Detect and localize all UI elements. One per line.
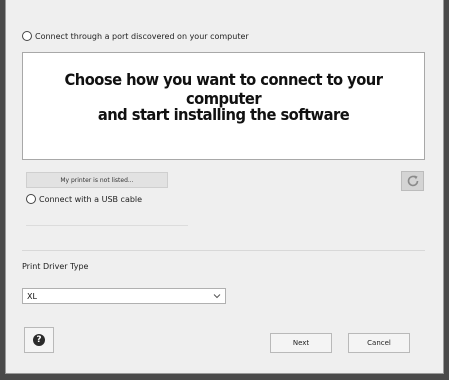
- driver-type-label: Print Driver Type: [22, 262, 89, 271]
- network-port-option[interactable]: Connect through a port discovered on you…: [22, 31, 249, 41]
- refresh-button[interactable]: [401, 171, 424, 191]
- section-divider: [22, 250, 425, 251]
- cancel-button[interactable]: Cancel: [348, 333, 410, 353]
- connection-dialog: Connect through a port discovered on you…: [5, 0, 444, 374]
- help-icon: ?: [33, 334, 45, 346]
- printer-not-listed-button[interactable]: My printer is not listed...: [26, 172, 168, 188]
- refresh-icon: [407, 175, 418, 187]
- instruction-line-2: and start installing the software: [97, 105, 350, 124]
- network-port-label: Connect through a port discovered on you…: [35, 31, 249, 41]
- help-button[interactable]: ?: [24, 327, 54, 353]
- chevron-down-icon: [213, 294, 221, 299]
- driver-type-value: XL: [27, 291, 37, 301]
- driver-type-select[interactable]: XL: [22, 288, 226, 304]
- instruction-line-1: Choose how you want to connect to your c…: [64, 70, 383, 108]
- usb-label: Connect with a USB cable: [39, 194, 143, 204]
- network-port-radio[interactable]: [22, 31, 32, 41]
- usb-radio[interactable]: [26, 194, 36, 204]
- next-button[interactable]: Next: [270, 333, 332, 353]
- port-list[interactable]: Choose how you want to connect to your c…: [22, 52, 425, 160]
- divider: [26, 225, 188, 226]
- usb-option[interactable]: Connect with a USB cable: [26, 194, 142, 204]
